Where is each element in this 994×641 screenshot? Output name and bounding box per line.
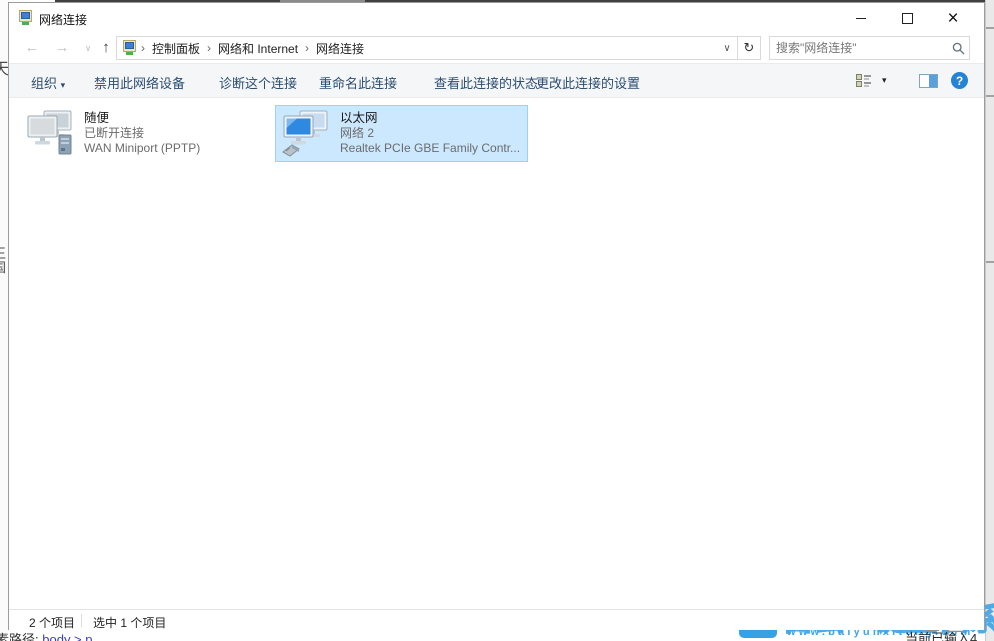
search-box: [769, 36, 970, 60]
scrollbar-mark: [986, 261, 994, 263]
change-view-icon[interactable]: [856, 74, 872, 87]
view-dropdown-button[interactable]: ▾: [882, 75, 887, 86]
connection-status: 已断开连接: [84, 126, 200, 141]
organize-menu-button[interactable]: 组织 ▾: [31, 73, 65, 92]
diagnose-connection-button[interactable]: 诊断这个连接: [219, 73, 297, 92]
rename-connection-button[interactable]: 重命名此连接: [319, 73, 397, 92]
refresh-button[interactable]: ↻: [737, 37, 760, 59]
back-icon: ←: [25, 39, 40, 56]
connection-text: 随便 已断开连接 WAN Miniport (PPTP): [84, 111, 200, 156]
connection-device: Realtek PCIe GBE Family Contr...: [340, 141, 520, 156]
minimize-button[interactable]: [838, 3, 884, 33]
element-path-label: 素路径:: [0, 632, 39, 641]
status-bar: 2 个项目 选中 1 个项目: [9, 609, 984, 630]
search-button[interactable]: [947, 42, 969, 55]
search-icon: [952, 42, 965, 55]
items-count: 2 个项目: [29, 614, 75, 631]
address-dropdown-button[interactable]: ∨: [717, 43, 737, 54]
connection-text: 以太网 网络 2 Realtek PCIe GBE Family Contr..…: [340, 111, 520, 156]
element-path-link[interactable]: body > p: [42, 632, 92, 641]
disable-device-button[interactable]: 禁用此网络设备: [94, 73, 185, 92]
close-icon: ×: [947, 9, 958, 28]
minimize-icon: [856, 18, 866, 19]
address-location-icon: [121, 40, 137, 56]
network-connections-icon: [17, 10, 33, 26]
rj45-connector: [283, 145, 299, 156]
view-status-button[interactable]: 查看此连接的状态: [434, 73, 538, 92]
breadcrumb-network-connections[interactable]: 网络连接: [309, 40, 371, 57]
connection-name: 以太网: [340, 111, 520, 126]
chevron-down-icon: ∨: [85, 43, 92, 53]
maximize-button[interactable]: [884, 3, 930, 33]
forward-icon: →: [55, 39, 70, 56]
search-input[interactable]: [770, 41, 947, 55]
connection-item-wan-miniport[interactable]: 随便 已断开连接 WAN Miniport (PPTP): [19, 105, 265, 162]
chevron-down-icon: ▾: [882, 75, 887, 85]
change-settings-button[interactable]: 更改此连接的设置: [536, 73, 640, 92]
scrollbar-mark: [986, 27, 994, 29]
address-bar[interactable]: › 控制面板 › 网络和 Internet › 网络连接 ∨ ↻: [116, 36, 761, 60]
window-title: 网络连接: [39, 11, 87, 28]
breadcrumb-network-internet[interactable]: 网络和 Internet: [211, 40, 305, 57]
organize-label: 组织: [31, 76, 57, 91]
connection-name: 随便: [84, 111, 200, 126]
titlebar[interactable]: 网络连接 ×: [9, 3, 984, 33]
scrollbar-mark: [986, 95, 994, 97]
close-button[interactable]: ×: [930, 3, 976, 33]
help-icon: ?: [956, 74, 963, 88]
selected-count: 选中 1 个项目: [93, 614, 166, 631]
chevron-down-icon: ▾: [61, 80, 66, 90]
status-separator: [81, 614, 82, 627]
connection-device: WAN Miniport (PPTP): [84, 141, 200, 156]
network-connections-window: 网络连接 × ← → ∨ ↑: [8, 2, 985, 630]
left-fragment: 天: [0, 55, 8, 79]
background-left-strip: ( 天 王 国: [0, 0, 8, 641]
navigation-bar: ← → ∨ ↑ › 控制面板 › 网络和 Internet: [9, 33, 984, 64]
preview-pane-icon[interactable]: [919, 74, 938, 88]
disconnected-network-icon: [24, 108, 76, 160]
refresh-icon: ↻: [744, 40, 755, 56]
maximize-icon: [902, 13, 913, 24]
chevron-down-icon: ∨: [723, 43, 730, 54]
breadcrumb-control-panel[interactable]: 控制面板: [145, 40, 207, 57]
ethernet-network-icon: [280, 108, 332, 160]
connection-status: 网络 2: [340, 126, 520, 141]
screen: ( 天 王 国 素路径: body > p 当前已输入4 网络连接: [0, 0, 994, 641]
help-button[interactable]: ?: [951, 72, 968, 89]
command-toolbar: 组织 ▾ 禁用此网络设备 诊断这个连接 重命名此连接 查看此连接的状态 更改此连…: [9, 64, 984, 98]
up-button[interactable]: ↑: [95, 37, 117, 59]
back-button[interactable]: ←: [21, 37, 43, 59]
up-icon: ↑: [102, 39, 110, 56]
left-fragment: 国: [0, 257, 6, 276]
forward-button[interactable]: →: [51, 37, 73, 59]
connection-item-ethernet[interactable]: 以太网 网络 2 Realtek PCIe GBE Family Contr..…: [275, 105, 528, 162]
